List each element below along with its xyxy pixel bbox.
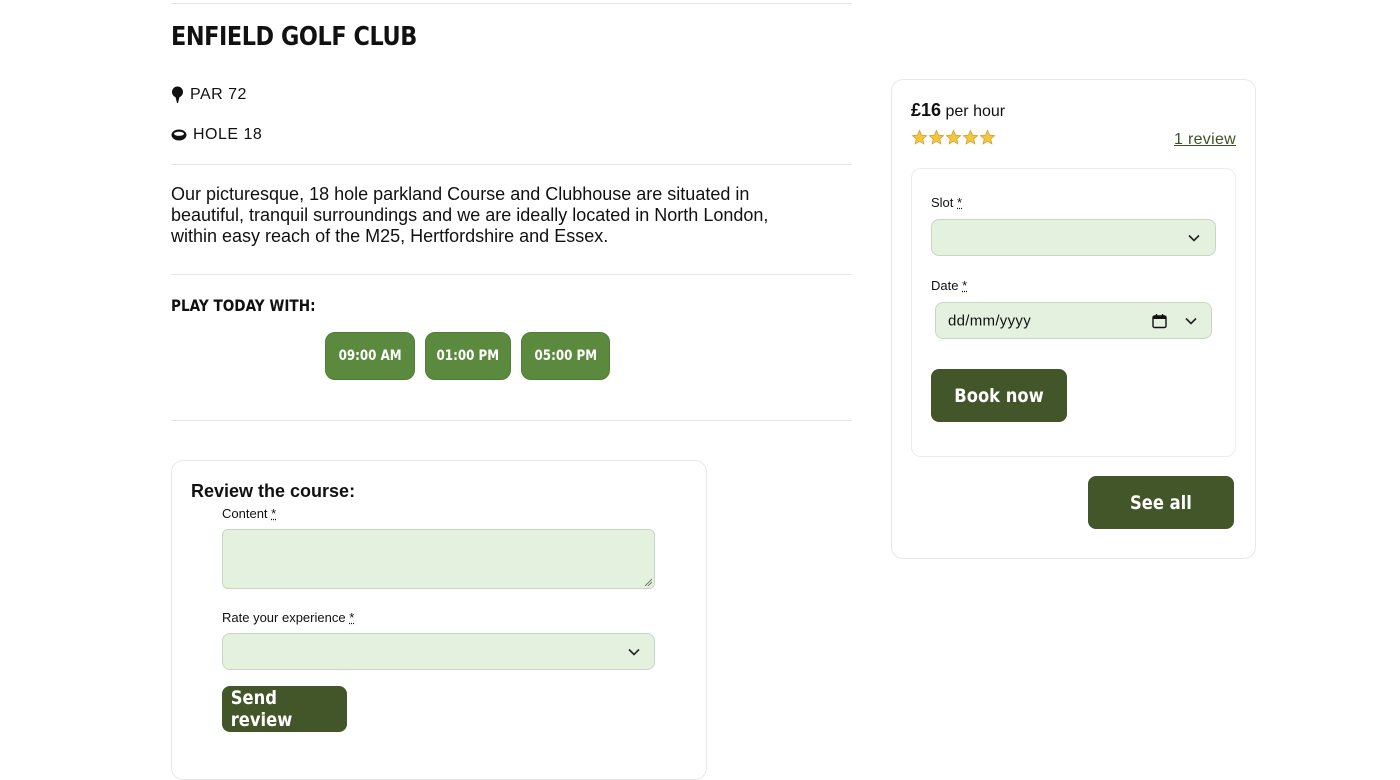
course-title: ENFIELD GOLF CLUB [171, 22, 417, 52]
slot-button-1300[interactable]: 01:00 PM [425, 332, 511, 380]
star-icon [979, 129, 996, 145]
divider [171, 164, 852, 165]
top-divider [171, 3, 852, 4]
rating-select[interactable] [222, 633, 655, 670]
par-label: PAR 72 [190, 86, 247, 103]
send-review-button[interactable]: Send review [222, 686, 347, 732]
rate-label: Rate your experience * [222, 610, 355, 625]
play-today-label: PLAY TODAY WITH: [171, 296, 316, 315]
content-label: Content * [222, 506, 277, 521]
course-description: Our picturesque, 18 hole parkland Course… [171, 184, 769, 246]
date-label: Date * [931, 278, 968, 293]
review-count-link[interactable]: 1 review [1174, 131, 1236, 149]
calendar-icon[interactable] [1152, 313, 1167, 328]
price-unit: per hour [945, 103, 1006, 120]
price-amount: £16 [911, 100, 942, 120]
hole-label: HOLE 18 [193, 126, 263, 143]
slot-button-1700[interactable]: 05:00 PM [521, 332, 610, 380]
chevron-down-icon[interactable] [1185, 317, 1197, 325]
golf-tee-icon [171, 86, 184, 104]
resize-grip-icon[interactable] [644, 578, 652, 586]
required-mark: * [271, 506, 277, 521]
golf-hole-icon [171, 129, 187, 141]
star-icon [911, 129, 928, 145]
slot-label: Slot * [931, 195, 963, 210]
review-title: Review the course: [191, 481, 356, 501]
see-all-button[interactable]: See all [1088, 476, 1234, 529]
slot-button-0900[interactable]: 09:00 AM [325, 332, 415, 380]
date-placeholder: dd/mm/yyyy [948, 312, 1032, 329]
divider [171, 420, 852, 421]
tee-time-slots: 09:00 AM 01:00 PM 05:00 PM [325, 332, 610, 380]
date-input[interactable]: dd/mm/yyyy [935, 302, 1212, 339]
review-content-textarea[interactable] [222, 529, 655, 589]
star-rating [911, 129, 996, 146]
chevron-down-icon [1188, 234, 1200, 242]
star-icon [962, 129, 979, 145]
price: £16 per hour [911, 100, 1005, 121]
book-now-button[interactable]: Book now [931, 369, 1067, 422]
par-row: PAR 72 [171, 86, 247, 104]
hole-row: HOLE 18 [171, 126, 262, 144]
required-mark: * [957, 195, 963, 210]
star-icon [945, 129, 962, 145]
slot-select[interactable] [931, 219, 1216, 256]
star-icon [928, 129, 945, 145]
chevron-down-icon [628, 648, 640, 656]
required-mark: * [962, 278, 968, 293]
required-mark: * [349, 610, 355, 625]
divider [171, 274, 852, 275]
